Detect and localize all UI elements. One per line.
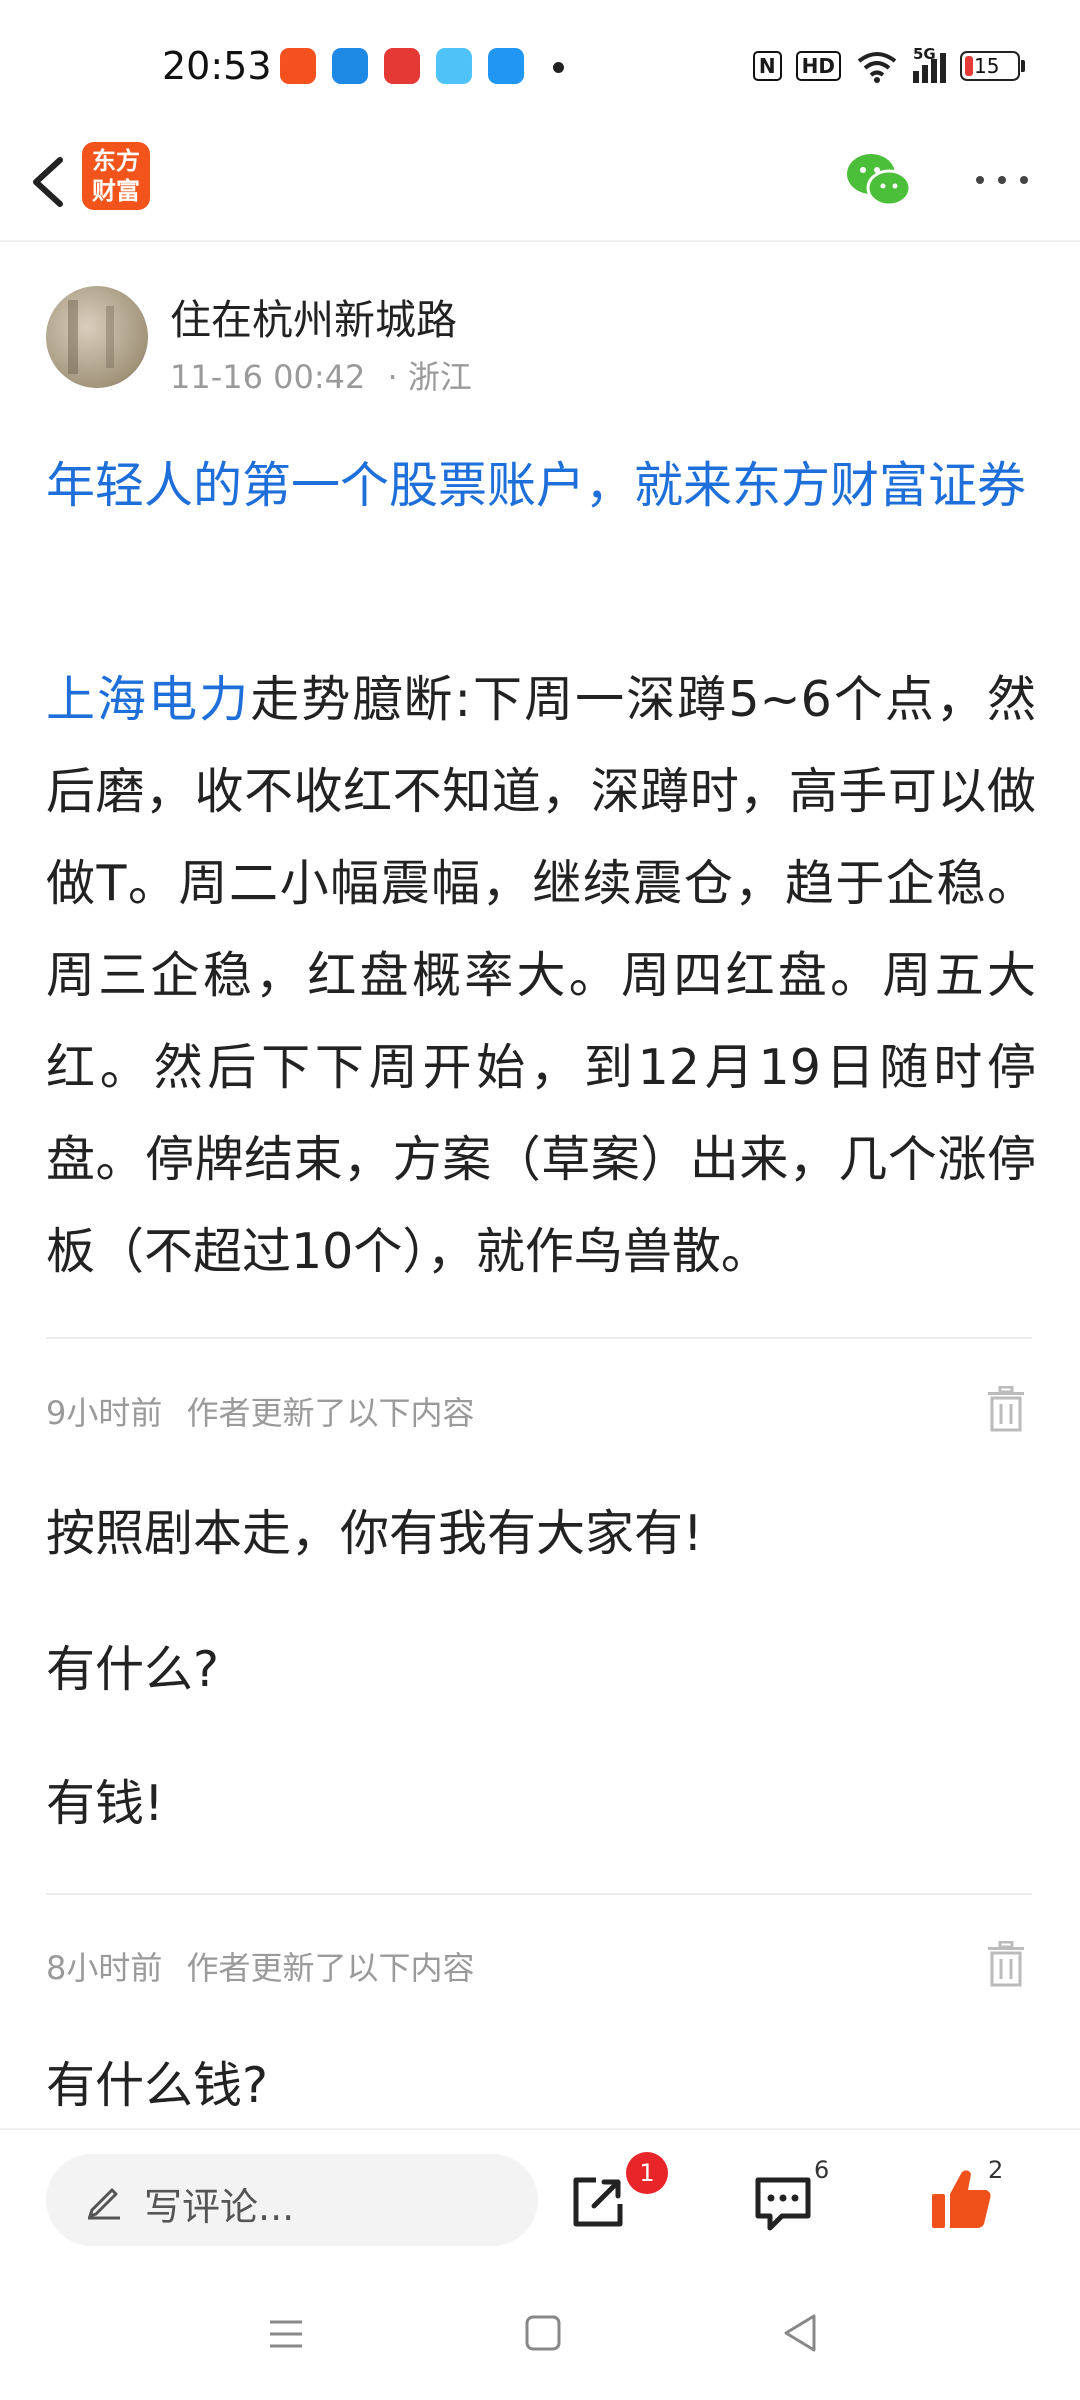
- wechat-share-icon[interactable]: [845, 150, 911, 210]
- comment-icon[interactable]: [752, 2172, 814, 2234]
- post-location: · 浙江: [387, 358, 472, 396]
- bottom-action-bar: 写评论... 1 6 2: [0, 2128, 1080, 2270]
- hd-icon: HD: [795, 51, 841, 81]
- author-avatar[interactable]: [46, 286, 148, 388]
- divider: [46, 1337, 1032, 1339]
- more-notifications-dot: [553, 62, 564, 73]
- comment-count: 6: [814, 2156, 830, 2184]
- comment-placeholder: 写评论...: [144, 2185, 295, 2229]
- thumbs-up-icon[interactable]: [928, 2166, 994, 2232]
- more-options-icon[interactable]: [972, 168, 1032, 192]
- post-body-text: 走势臆断:下周一深蹲5~6个点，然后磨，收不收红不知道，深蹲时，高手可以做做T。…: [46, 671, 1036, 1280]
- post-body: 上海电力走势臆断:下周一深蹲5~6个点，然后磨，收不收红不知道，深蹲时，高手可以…: [46, 654, 1036, 1298]
- logo-line-1: 东方: [92, 147, 140, 175]
- nfc-icon: N: [752, 51, 782, 81]
- divider: [46, 1893, 1032, 1895]
- update-meta: 8小时前 作者更新了以下内容: [46, 1943, 475, 1989]
- like-count: 2: [988, 2156, 1004, 2184]
- system-nav-bar: [0, 2268, 1080, 2400]
- back-arrow-icon[interactable]: [22, 142, 82, 222]
- trash-icon[interactable]: [986, 1941, 1026, 1987]
- app-notification-icon-2: [332, 48, 368, 84]
- battery-level: 15: [974, 54, 1000, 78]
- top-header: 东方 财富: [0, 130, 1080, 242]
- pencil-icon: [88, 2188, 120, 2220]
- logo-line-2: 财富: [92, 177, 140, 205]
- network-type-label: 5G: [913, 45, 936, 63]
- app-notification-icon-5: [488, 48, 524, 84]
- post-title-link[interactable]: 年轻人的第一个股票账户，就来东方财富证券: [46, 448, 1036, 524]
- stock-link[interactable]: 上海电力: [46, 671, 250, 728]
- update-time: 9小时前: [46, 1394, 163, 1432]
- status-indicators: N HD 5G 15: [752, 44, 1025, 88]
- update-paragraph: 有什么钱?: [46, 2057, 269, 2114]
- trash-icon[interactable]: [986, 1386, 1026, 1432]
- eastmoney-logo[interactable]: 东方 财富: [82, 142, 150, 210]
- update-paragraph: 有什么?: [46, 1641, 220, 1698]
- update-paragraph: 有钱!: [46, 1775, 164, 1832]
- post-time: 11-16 00:42: [170, 358, 366, 396]
- share-badge: 1: [626, 2152, 668, 2194]
- recent-apps-icon[interactable]: [266, 2314, 306, 2354]
- author-name[interactable]: 住在杭州新城路: [170, 286, 457, 346]
- update-meta: 9小时前 作者更新了以下内容: [46, 1388, 475, 1434]
- status-bar: 20:53 N HD 5G 15: [0, 0, 1080, 130]
- update-label: 作者更新了以下内容: [186, 1394, 475, 1432]
- app-notification-icon-3: [384, 48, 420, 84]
- app-notification-icon-1: [280, 48, 316, 84]
- share-icon[interactable]: [568, 2172, 628, 2232]
- wifi-icon: [857, 52, 897, 83]
- post-meta: 11-16 00:42 · 浙江: [170, 352, 472, 398]
- home-icon[interactable]: [524, 2314, 562, 2352]
- system-back-icon[interactable]: [780, 2312, 820, 2354]
- update-label: 作者更新了以下内容: [186, 1949, 475, 1987]
- battery-icon: 15: [960, 51, 1025, 81]
- comment-input[interactable]: 写评论...: [46, 2154, 538, 2246]
- status-time: 20:53: [162, 44, 272, 88]
- update-time: 8小时前: [46, 1949, 163, 1987]
- signal-icon: 5G: [913, 45, 946, 83]
- app-notification-icon-4: [436, 48, 472, 84]
- update-paragraph: 按照剧本走，你有我有大家有!: [46, 1505, 703, 1562]
